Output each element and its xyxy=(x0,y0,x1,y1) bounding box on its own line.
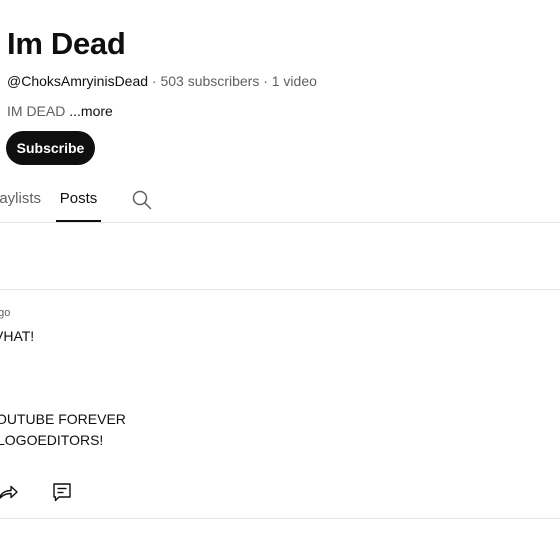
channel-tabs: Playlists Posts xyxy=(0,180,560,223)
post-text-line: VHAT! xyxy=(0,328,35,344)
subscribe-button[interactable]: Subscribe xyxy=(6,131,95,165)
post-text-line: OUTUBE FOREVER xyxy=(0,411,126,427)
search-icon[interactable] xyxy=(130,188,154,212)
subscriber-count: · 503 subscribers · 1 video xyxy=(148,73,317,89)
channel-page: Im Dead @ChoksAmryinisDead · 503 subscri… xyxy=(0,0,560,560)
channel-handle[interactable]: @ChoksAmryinisDead xyxy=(7,73,148,89)
section-divider xyxy=(0,518,560,519)
channel-description[interactable]: IM DEAD ...more xyxy=(7,103,113,119)
tab-playlists[interactable]: Playlists xyxy=(0,180,41,220)
description-text: IM DEAD xyxy=(7,103,70,119)
more-link[interactable]: ...more xyxy=(69,103,113,119)
share-icon[interactable] xyxy=(0,480,20,504)
tab-posts[interactable]: Posts xyxy=(56,180,101,222)
comment-icon[interactable] xyxy=(50,480,74,504)
channel-name: Im Dead xyxy=(7,26,126,61)
channel-meta: @ChoksAmryinisDead · 503 subscribers · 1… xyxy=(7,73,317,89)
post-text-line: LOGOEDITORS! xyxy=(0,432,104,448)
section-divider xyxy=(0,289,560,290)
post-timestamp: ago xyxy=(0,307,11,319)
